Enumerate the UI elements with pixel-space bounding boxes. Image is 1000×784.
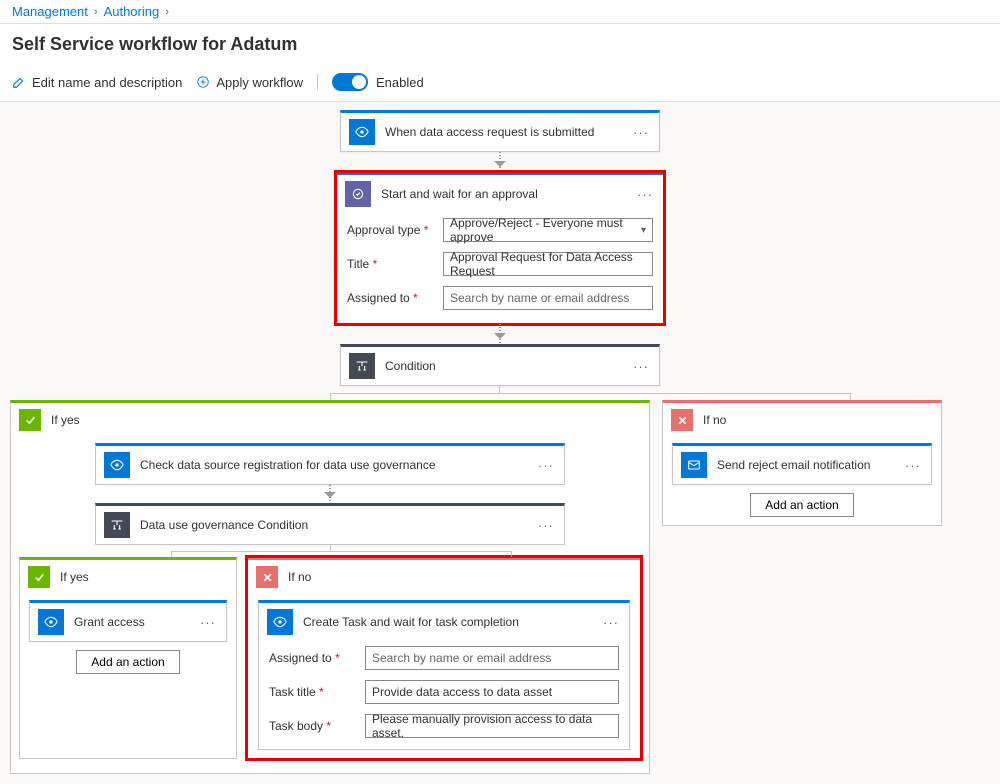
eye-icon [38, 609, 64, 635]
card-menu[interactable]: ··· [536, 518, 556, 533]
eye-icon [104, 452, 130, 478]
inner-if-yes-label: If yes [60, 570, 228, 584]
inner-if-no-label: If no [288, 570, 632, 584]
card-menu[interactable]: ··· [903, 458, 923, 473]
toolbar-divider [317, 74, 318, 90]
check-data-source-card[interactable]: Check data source registration for data … [95, 443, 565, 485]
toggle-switch-icon [332, 73, 368, 91]
condition-title: Condition [385, 359, 621, 373]
card-menu[interactable]: ··· [631, 125, 651, 140]
approval-type-value: Approve/Reject - Everyone must approve [450, 216, 641, 244]
inner-if-no-branch: If no Create Task and wait for task comp… [247, 557, 641, 759]
trigger-card[interactable]: When data access request is submitted ··… [340, 110, 660, 152]
card-menu[interactable]: ··· [601, 615, 621, 630]
governance-condition-title: Data use governance Condition [140, 518, 526, 532]
edit-name-button[interactable]: Edit name and description [12, 75, 182, 90]
eye-icon [267, 609, 293, 635]
enabled-toggle[interactable]: Enabled [332, 73, 424, 91]
enabled-label: Enabled [376, 75, 424, 90]
check-title: Check data source registration for data … [140, 458, 526, 472]
chevron-down-icon: ▾ [641, 225, 646, 236]
if-no-branch: If no Send reject email notification ···… [662, 400, 942, 526]
approval-title-label: Title * [347, 257, 433, 271]
card-menu[interactable]: ··· [536, 458, 556, 473]
chevron-right-icon: › [94, 6, 98, 18]
add-action-button[interactable]: Add an action [76, 650, 179, 674]
close-icon [671, 409, 693, 431]
page-title: Self Service workflow for Adatum [0, 24, 1000, 67]
card-menu[interactable]: ··· [198, 615, 218, 630]
pencil-icon [12, 75, 26, 89]
create-task-card[interactable]: Create Task and wait for task completion… [258, 600, 630, 750]
approval-title-input[interactable]: Approval Request for Data Access Request [443, 252, 653, 276]
if-no-label: If no [703, 413, 933, 427]
add-action-button[interactable]: Add an action [750, 493, 853, 517]
apply-workflow-button[interactable]: Apply workflow [196, 75, 303, 90]
task-assigned-label: Assigned to * [269, 651, 355, 665]
approval-card[interactable]: Start and wait for an approval ··· Appro… [336, 172, 664, 324]
chevron-right-icon: › [165, 6, 169, 18]
toolbar: Edit name and description Apply workflow… [0, 67, 1000, 102]
reject-email-card[interactable]: Send reject email notification ··· [672, 443, 932, 485]
inner-if-yes-branch: If yes Grant access ··· Add an action [19, 557, 237, 759]
governance-condition-card[interactable]: Data use governance Condition ··· [95, 503, 565, 545]
check-icon [28, 566, 50, 588]
if-yes-label: If yes [51, 413, 641, 427]
grant-access-card[interactable]: Grant access ··· [29, 600, 227, 642]
connector-arrow [499, 152, 501, 172]
approval-title: Start and wait for an approval [381, 187, 625, 201]
card-menu[interactable]: ··· [635, 187, 655, 202]
condition-card[interactable]: Condition ··· [340, 344, 660, 386]
eye-icon [349, 119, 375, 145]
if-yes-branch: If yes Check data source registration fo… [10, 400, 650, 774]
mail-icon [681, 452, 707, 478]
approval-type-label: Approval type * [347, 223, 433, 237]
breadcrumb: Management › Authoring › [0, 0, 1000, 24]
breadcrumb-management[interactable]: Management [12, 4, 88, 19]
apply-workflow-label: Apply workflow [216, 75, 303, 90]
grant-access-title: Grant access [74, 615, 188, 629]
check-icon [19, 409, 41, 431]
trigger-title: When data access request is submitted [385, 125, 621, 139]
edit-name-label: Edit name and description [32, 75, 182, 90]
reject-email-title: Send reject email notification [717, 458, 893, 472]
plus-circle-icon [196, 75, 210, 89]
condition-icon [104, 512, 130, 538]
card-menu[interactable]: ··· [631, 359, 651, 374]
breadcrumb-authoring[interactable]: Authoring [104, 4, 160, 19]
create-task-title: Create Task and wait for task completion [303, 615, 591, 629]
connector-arrow [329, 485, 331, 503]
close-icon [256, 566, 278, 588]
connector-arrow [499, 324, 501, 344]
task-assigned-input[interactable]: Search by name or email address [365, 646, 619, 670]
approval-assigned-label: Assigned to * [347, 291, 433, 305]
task-title-label: Task title * [269, 685, 355, 699]
task-body-input[interactable]: Please manually provision access to data… [365, 714, 619, 738]
workflow-canvas: When data access request is submitted ··… [0, 102, 1000, 784]
condition-icon [349, 353, 375, 379]
approval-assigned-input[interactable]: Search by name or email address [443, 286, 653, 310]
task-title-input[interactable]: Provide data access to data asset [365, 680, 619, 704]
approval-icon [345, 181, 371, 207]
task-body-label: Task body * [269, 719, 355, 733]
approval-type-select[interactable]: Approve/Reject - Everyone must approve ▾ [443, 218, 653, 242]
